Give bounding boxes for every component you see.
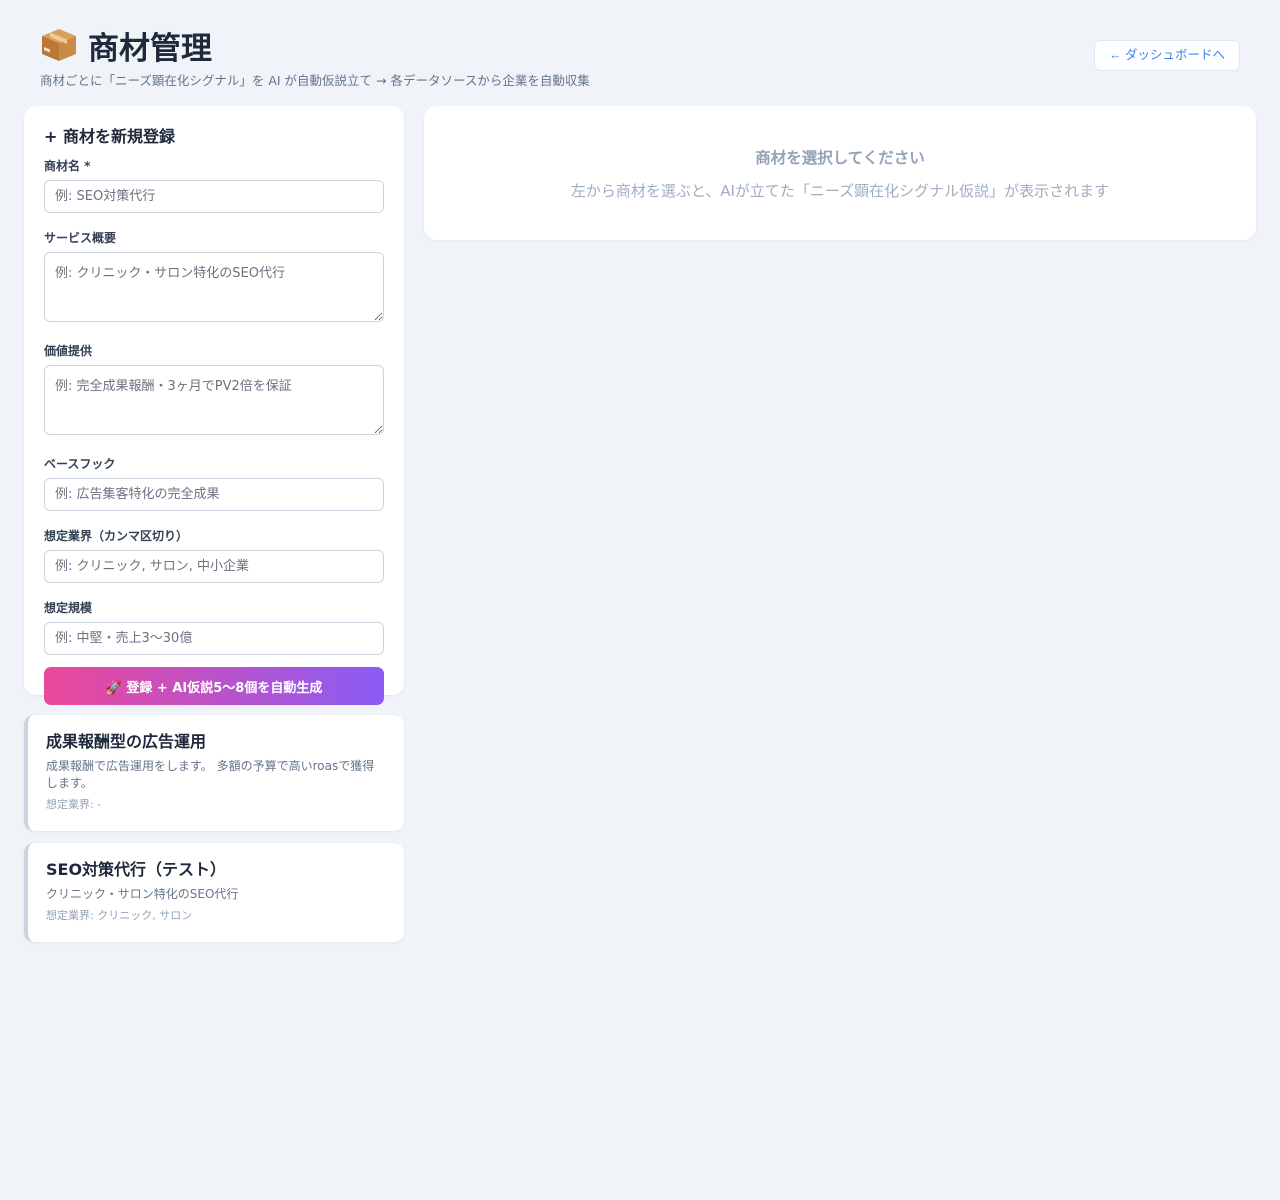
product-card-ad-operation[interactable]: 成果報酬型の広告運用 成果報酬で広告運用をします。 多額の予算で高いroasで獲… [24, 715, 404, 831]
target-scale-label: 想定規模 [44, 601, 93, 615]
product-description: クリニック・サロン特化のSEO代行 [46, 887, 239, 901]
page-header: 商材管理 商材ごとに「ニーズ顕在化シグナル」を AI が自動仮説立て → 各デー… [40, 24, 1240, 88]
base-hook-input[interactable] [44, 478, 384, 511]
form-title: + 商材を新規登録 [44, 127, 175, 146]
product-card-seo-test[interactable]: SEO対策代行（テスト） クリニック・サロン特化のSEO代行 想定業界: クリニ… [24, 843, 404, 942]
target-industry-label: 想定業界（カンマ区切り） [44, 529, 189, 543]
value-proposition-textarea[interactable] [44, 365, 384, 435]
new-product-form: + 商材を新規登録 商材名 * サービス概要 価値提供 ベースフック 想定業界（… [24, 106, 404, 705]
value-proposition-label: 価値提供 [44, 344, 93, 358]
target-industry-input[interactable] [44, 550, 384, 583]
product-name: 成果報酬型の広告運用 [46, 732, 207, 751]
package-icon [40, 27, 78, 63]
product-name: SEO対策代行（テスト） [46, 860, 227, 879]
base-hook-label: ベースフック [44, 457, 116, 471]
service-overview-label: サービス概要 [44, 231, 117, 245]
empty-state-description: 左から商材を選ぶと、AIが立てた「ニーズ顕在化シグナル仮説」が表示されます [570, 182, 1110, 200]
product-name-input[interactable] [44, 180, 384, 213]
product-industry: 想定業界: - [46, 798, 102, 811]
page-title-text: 商材管理 [88, 30, 212, 67]
service-overview-textarea[interactable] [44, 252, 384, 322]
product-name-label: 商材名 * [44, 159, 91, 173]
product-detail-panel: 商材を選択してください 左から商材を選ぶと、AIが立てた「ニーズ顕在化シグナル仮… [424, 106, 1256, 240]
product-description: 成果報酬で広告運用をします。 多額の予算で高いroasで獲得します。 [46, 759, 375, 790]
product-industry: 想定業界: クリニック, サロン [46, 909, 193, 922]
register-and-generate-button[interactable]: 🚀 登録 + AI仮説5〜8個を自動生成 [44, 667, 384, 705]
page-subtitle: 商材ごとに「ニーズ顕在化シグナル」を AI が自動仮説立て → 各データソースか… [40, 73, 590, 88]
back-to-dashboard-button[interactable]: ← ダッシュボードへ [1094, 40, 1240, 71]
target-scale-input[interactable] [44, 622, 384, 655]
page-title: 商材管理 [40, 24, 1240, 67]
empty-state-title: 商材を選択してください [755, 149, 925, 167]
